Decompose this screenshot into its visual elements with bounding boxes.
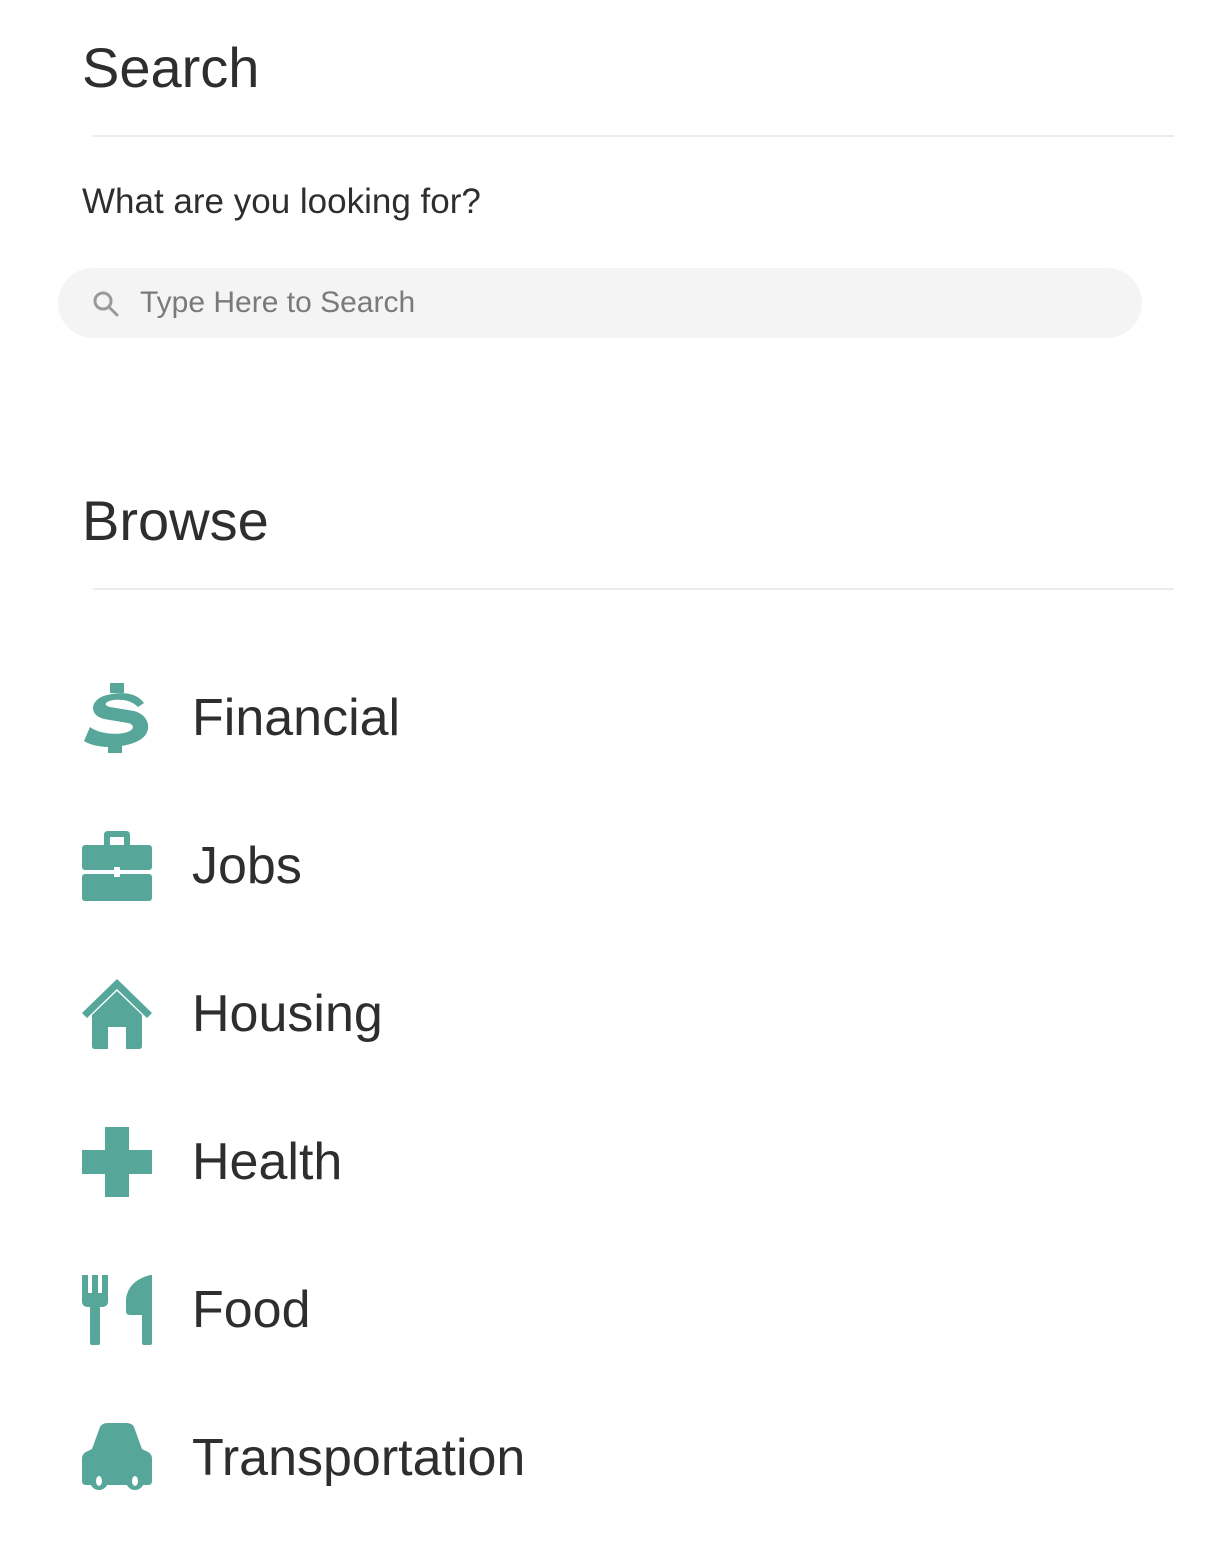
divider (93, 588, 1174, 590)
dollar-icon (84, 683, 149, 753)
search-prompt: What are you looking for? (82, 182, 481, 221)
category-label: Food (192, 1281, 311, 1339)
category-food[interactable]: Food (82, 1272, 782, 1348)
search-box[interactable] (58, 268, 1142, 338)
search-input[interactable] (140, 268, 1100, 338)
divider (93, 135, 1174, 137)
category-label: Housing (192, 985, 383, 1043)
category-label: Financial (192, 689, 401, 747)
category-health[interactable]: Health (82, 1124, 782, 1200)
search-section-title: Search (82, 36, 260, 99)
car-icon (82, 1423, 152, 1490)
category-label: Jobs (192, 837, 302, 895)
category-label: Health (192, 1133, 343, 1191)
category-financial[interactable]: Financial (82, 680, 782, 756)
category-housing[interactable]: Housing (82, 976, 782, 1052)
fork-knife-icon (82, 1275, 152, 1345)
category-transportation[interactable]: Transportation (82, 1420, 782, 1496)
search-icon (93, 291, 119, 317)
page: Search What are you looking for? Browse … (0, 0, 1208, 1564)
medical-cross-icon (82, 1127, 152, 1197)
category-label: Transportation (192, 1429, 526, 1487)
house-icon (82, 979, 152, 1049)
briefcase-icon (82, 831, 152, 901)
category-jobs[interactable]: Jobs (82, 828, 782, 904)
browse-section-title: Browse (82, 489, 269, 552)
